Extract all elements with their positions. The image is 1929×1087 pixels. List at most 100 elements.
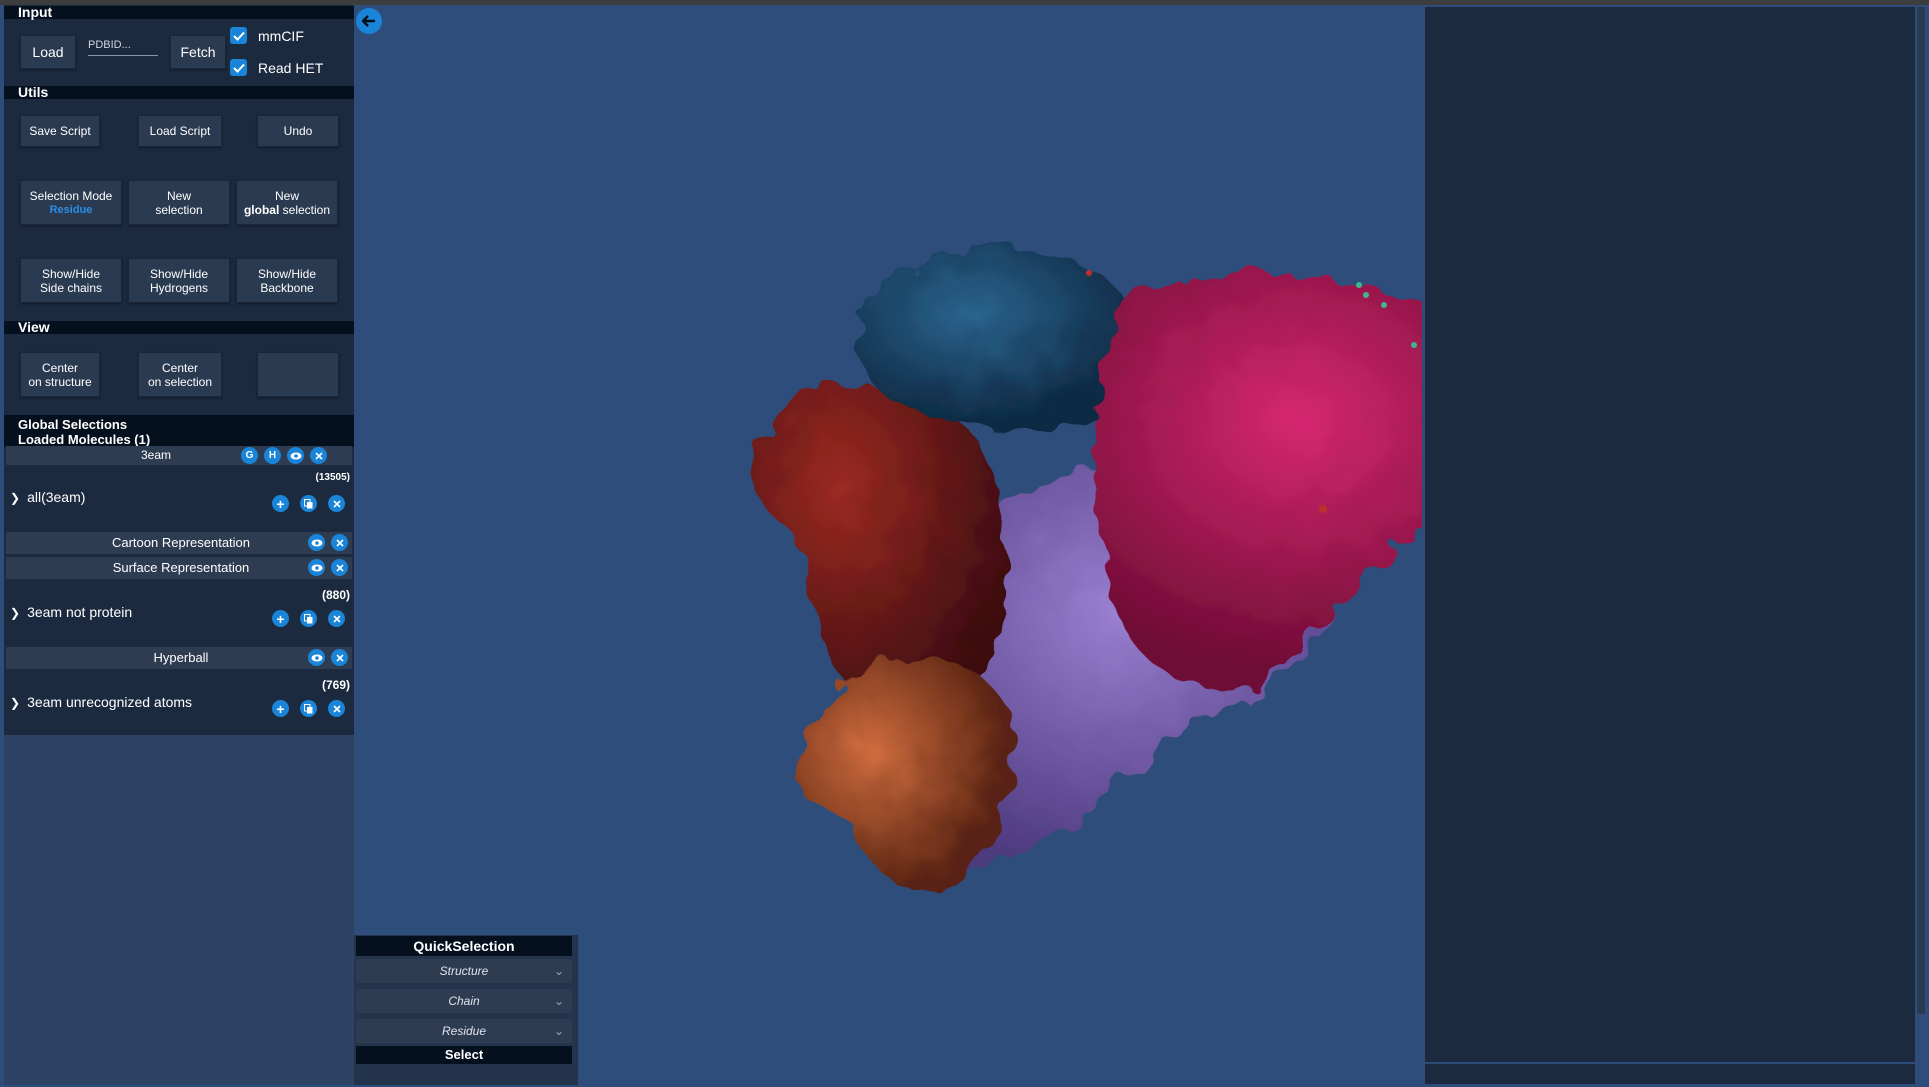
selection-3eam-unrecognized-atoms[interactable]: ❯ 3eam unrecognized atoms bbox=[10, 694, 192, 710]
close-icon bbox=[335, 538, 344, 547]
new-selection-button[interactable]: New selection bbox=[128, 180, 230, 225]
delete-selection-button[interactable] bbox=[328, 700, 345, 717]
checkmark-icon bbox=[232, 63, 245, 73]
eye-icon bbox=[311, 564, 322, 571]
new-global-selection-button[interactable]: New global selection bbox=[236, 180, 338, 225]
structure-dropdown[interactable]: Structure ⌄ bbox=[356, 959, 572, 983]
representation-close-button[interactable] bbox=[331, 649, 348, 666]
new-global-line1: New bbox=[274, 188, 299, 203]
close-icon bbox=[332, 704, 341, 713]
center-selection-line1: Center bbox=[161, 360, 199, 375]
representation-visibility-button[interactable] bbox=[308, 559, 325, 576]
representation-close-button[interactable] bbox=[331, 559, 348, 576]
view-header: View bbox=[4, 320, 354, 334]
loaded-molecules-title: Loaded Molecules (1) bbox=[18, 432, 151, 447]
eye-icon bbox=[311, 654, 322, 661]
representation-visibility-button[interactable] bbox=[308, 534, 325, 551]
duplicate-selection-button[interactable] bbox=[300, 700, 317, 717]
selection-label: 3eam unrecognized atoms bbox=[27, 694, 193, 710]
chain-dropdown-label: Chain bbox=[448, 994, 480, 1008]
toggle-sidechains-button[interactable]: Show/Hide Side chains bbox=[20, 258, 122, 303]
pdbid-input[interactable] bbox=[88, 35, 158, 56]
chevron-down-icon: ⌄ bbox=[553, 964, 564, 978]
fetch-button[interactable]: Fetch bbox=[170, 35, 226, 69]
undo-button[interactable]: Undo bbox=[257, 115, 339, 147]
arrow-left-icon bbox=[362, 15, 375, 27]
add-representation-button[interactable]: + bbox=[272, 610, 289, 627]
molecule-h-button[interactable]: H bbox=[264, 447, 281, 464]
back-arrow-button[interactable] bbox=[356, 8, 382, 34]
quick-selection-title: QuickSelection bbox=[356, 936, 572, 956]
molecule-name: 3eam bbox=[140, 448, 172, 462]
readhet-checkbox[interactable] bbox=[230, 59, 247, 76]
representation-close-button[interactable] bbox=[331, 534, 348, 551]
selection-mode-label: Selection Mode bbox=[29, 188, 113, 203]
selection-mode-button[interactable]: Selection Mode Residue bbox=[20, 180, 122, 225]
selection-label: all(3eam) bbox=[27, 489, 86, 505]
close-icon bbox=[332, 499, 341, 508]
representation-label: Cartoon Representation bbox=[111, 535, 251, 550]
sidechains-line1: Show/Hide bbox=[41, 266, 101, 281]
surface-representation-row[interactable]: Surface Representation bbox=[6, 557, 352, 579]
new-global-bold: global bbox=[243, 202, 280, 217]
add-representation-button[interactable]: + bbox=[272, 495, 289, 512]
new-selection-line1: New bbox=[166, 188, 191, 203]
right-panel bbox=[1425, 7, 1915, 1062]
selection-mode-value: Residue bbox=[49, 203, 93, 216]
selection-label: 3eam not protein bbox=[27, 604, 133, 620]
checkmark-icon bbox=[232, 31, 245, 41]
delete-selection-button[interactable] bbox=[328, 495, 345, 512]
center-structure-line1: Center bbox=[41, 360, 79, 375]
close-icon bbox=[335, 563, 344, 572]
load-script-button[interactable]: Load Script bbox=[138, 115, 222, 147]
molecule-close-button[interactable] bbox=[310, 447, 327, 464]
center-structure-line2: on structure bbox=[28, 374, 92, 389]
chevron-down-icon: ⌄ bbox=[553, 1024, 564, 1038]
new-global-rest: selection bbox=[279, 202, 331, 217]
structure-dropdown-label: Structure bbox=[439, 964, 489, 978]
chain-dropdown[interactable]: Chain ⌄ bbox=[356, 989, 572, 1013]
close-icon bbox=[314, 451, 323, 460]
eye-icon bbox=[311, 539, 322, 546]
mmcif-checkbox[interactable] bbox=[230, 27, 247, 44]
copy-icon bbox=[304, 703, 313, 713]
hyperball-representation-row[interactable]: Hyperball bbox=[6, 647, 352, 669]
right-panel-scrollbar[interactable] bbox=[1917, 7, 1925, 1014]
readhet-label: Read HET bbox=[258, 60, 324, 76]
hydrogens-line2: Hydrogens bbox=[149, 280, 209, 295]
chain-magenta-surface bbox=[1095, 274, 1422, 691]
duplicate-selection-button[interactable] bbox=[300, 495, 317, 512]
backbone-line2: Backbone bbox=[260, 280, 314, 295]
empty-view-button[interactable] bbox=[257, 352, 339, 397]
selection-all-3eam[interactable]: ❯ all(3eam) bbox=[10, 489, 85, 505]
duplicate-selection-button[interactable] bbox=[300, 610, 317, 627]
eye-icon bbox=[290, 452, 301, 459]
add-representation-button[interactable]: + bbox=[272, 700, 289, 717]
toggle-hydrogens-button[interactable]: Show/Hide Hydrogens bbox=[128, 258, 230, 303]
hydrogens-line1: Show/Hide bbox=[149, 266, 209, 281]
selection-count: (880) bbox=[321, 588, 350, 602]
toggle-backbone-button[interactable]: Show/Hide Backbone bbox=[236, 258, 338, 303]
residue-dropdown[interactable]: Residue ⌄ bbox=[356, 1019, 572, 1043]
delete-selection-button[interactable] bbox=[328, 610, 345, 627]
select-button[interactable]: Select bbox=[356, 1046, 572, 1064]
sidechains-line2: Side chains bbox=[39, 280, 103, 295]
load-button[interactable]: Load bbox=[20, 35, 76, 69]
save-script-button[interactable]: Save Script bbox=[20, 115, 100, 147]
copy-icon bbox=[304, 498, 313, 508]
molecule-visibility-button[interactable] bbox=[287, 447, 304, 464]
utils-header: Utils bbox=[4, 85, 354, 99]
representation-label: Surface Representation bbox=[112, 560, 250, 575]
molecule-g-button[interactable]: G bbox=[241, 447, 258, 464]
selection-3eam-not-protein[interactable]: ❯ 3eam not protein bbox=[10, 604, 132, 620]
center-on-selection-button[interactable]: Center on selection bbox=[138, 352, 222, 397]
chevron-right-icon: ❯ bbox=[10, 491, 21, 505]
representation-visibility-button[interactable] bbox=[308, 649, 325, 666]
quick-selection-panel: QuickSelection Structure ⌄ Chain ⌄ Resid… bbox=[354, 935, 578, 1085]
copy-icon bbox=[304, 613, 313, 623]
molecule-viewport[interactable] bbox=[354, 5, 1422, 933]
cartoon-representation-row[interactable]: Cartoon Representation bbox=[6, 532, 352, 554]
left-panel-empty-area bbox=[4, 735, 354, 1085]
molecule-row[interactable]: 3eam G H bbox=[6, 446, 352, 465]
center-on-structure-button[interactable]: Center on structure bbox=[20, 352, 100, 397]
